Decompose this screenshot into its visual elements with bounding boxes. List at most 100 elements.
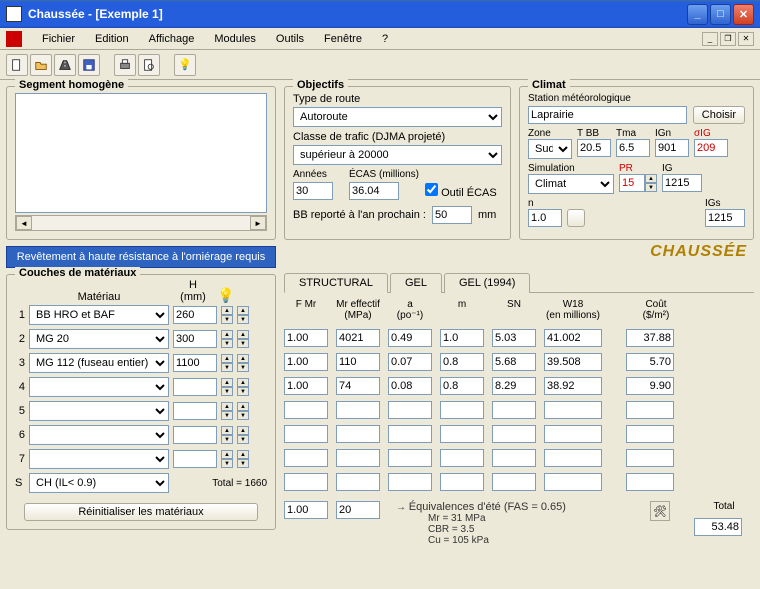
sn-input-6[interactable] <box>492 473 536 491</box>
row-down-icon[interactable]: ▼ <box>237 387 249 396</box>
scroll-right-icon[interactable]: ► <box>250 216 266 230</box>
cout-input-5[interactable] <box>626 449 674 467</box>
h-down-icon[interactable]: ▼ <box>221 315 233 324</box>
outil-ecas-checkbox[interactable] <box>425 183 438 196</box>
fmr-input-4[interactable] <box>284 425 328 443</box>
h-down-icon[interactable]: ▼ <box>221 411 233 420</box>
s-material-select[interactable]: CH (IL< 0.9) <box>29 473 169 493</box>
mdi-restore[interactable]: ❐ <box>720 32 736 46</box>
tab-gel[interactable]: GEL <box>390 273 442 293</box>
m-input-4[interactable] <box>440 425 484 443</box>
h-up-icon[interactable]: ▲ <box>221 330 233 339</box>
a-input-5[interactable] <box>388 449 432 467</box>
h-input-4[interactable] <box>173 402 217 420</box>
choisir-button[interactable]: Choisir <box>693 106 745 124</box>
open-file-icon[interactable] <box>30 54 52 76</box>
w18-input-1[interactable] <box>544 353 602 371</box>
sn-input-0[interactable] <box>492 329 536 347</box>
tools-hammer-icon[interactable]: 🛠 <box>650 501 670 521</box>
w18-input-3[interactable] <box>544 401 602 419</box>
save-icon[interactable] <box>78 54 100 76</box>
row-up-icon[interactable]: ▲ <box>237 450 249 459</box>
fmr-input-2[interactable] <box>284 377 328 395</box>
m-input-1[interactable] <box>440 353 484 371</box>
close-button[interactable]: ✕ <box>733 4 754 25</box>
row-down-icon[interactable]: ▼ <box>237 411 249 420</box>
a-input-6[interactable] <box>388 473 432 491</box>
annees-input[interactable] <box>293 182 333 200</box>
m-input-5[interactable] <box>440 449 484 467</box>
menu-help[interactable]: ? <box>378 31 392 47</box>
row-down-icon[interactable]: ▼ <box>237 315 249 324</box>
mr-input-2[interactable] <box>336 377 380 395</box>
menu-edition[interactable]: Edition <box>91 31 133 47</box>
h-down-icon[interactable]: ▼ <box>221 339 233 348</box>
total-cout-input[interactable] <box>694 518 742 536</box>
road-icon[interactable] <box>54 54 76 76</box>
fmr-input-3[interactable] <box>284 401 328 419</box>
mr-input-4[interactable] <box>336 425 380 443</box>
a-input-3[interactable] <box>388 401 432 419</box>
maximize-button[interactable]: □ <box>710 4 731 25</box>
row-up-icon[interactable]: ▲ <box>237 402 249 411</box>
scroll-left-icon[interactable]: ◄ <box>16 216 32 230</box>
mdi-close[interactable]: ✕ <box>738 32 754 46</box>
h-input-2[interactable] <box>173 354 217 372</box>
row-up-icon[interactable]: ▲ <box>237 330 249 339</box>
a-input-4[interactable] <box>388 425 432 443</box>
station-input[interactable] <box>528 106 687 124</box>
h-up-icon[interactable]: ▲ <box>221 450 233 459</box>
segment-scrollbar[interactable]: ◄ ► <box>15 215 267 231</box>
classe-trafic-select[interactable]: supérieur à 20000 <box>293 145 502 165</box>
h-input-1[interactable] <box>173 330 217 348</box>
type-route-select[interactable]: Autoroute <box>293 107 502 127</box>
h-input-5[interactable] <box>173 426 217 444</box>
zone-select[interactable]: Sud <box>528 139 572 159</box>
material-select-0[interactable]: BB HRO et BAF <box>29 305 169 325</box>
sn-input-5[interactable] <box>492 449 536 467</box>
igs-input[interactable] <box>705 209 745 227</box>
cout-input-0[interactable] <box>626 329 674 347</box>
ign-input[interactable] <box>655 139 689 157</box>
sn-input-1[interactable] <box>492 353 536 371</box>
w18-input-5[interactable] <box>544 449 602 467</box>
sn-input-3[interactable] <box>492 401 536 419</box>
h-down-icon[interactable]: ▼ <box>221 459 233 468</box>
fmr-input-6[interactable] <box>284 473 328 491</box>
sig-input[interactable] <box>694 139 728 157</box>
mdi-minimize[interactable]: _ <box>702 32 718 46</box>
n-input[interactable] <box>528 209 562 227</box>
h-input-0[interactable] <box>173 306 217 324</box>
mr-input-3[interactable] <box>336 401 380 419</box>
m-input-0[interactable] <box>440 329 484 347</box>
row-up-icon[interactable]: ▲ <box>237 378 249 387</box>
ig-input[interactable] <box>662 174 702 192</box>
menu-fichier[interactable]: Fichier <box>38 31 79 47</box>
pr-input[interactable] <box>619 174 645 192</box>
row-down-icon[interactable]: ▼ <box>237 339 249 348</box>
segment-list[interactable] <box>15 93 267 213</box>
row-down-icon[interactable]: ▼ <box>237 459 249 468</box>
n-button[interactable] <box>567 209 585 227</box>
h-up-icon[interactable]: ▲ <box>221 354 233 363</box>
bb-reporte-input[interactable] <box>432 206 472 224</box>
material-select-2[interactable]: MG 112 (fuseau entier) <box>29 353 169 373</box>
s-mr-input[interactable] <box>336 501 380 519</box>
menu-affichage[interactable]: Affichage <box>145 31 199 47</box>
row-up-icon[interactable]: ▲ <box>237 426 249 435</box>
a-input-1[interactable] <box>388 353 432 371</box>
row-down-icon[interactable]: ▼ <box>237 435 249 444</box>
tab-gel-1994[interactable]: GEL (1994) <box>444 273 530 293</box>
h-down-icon[interactable]: ▼ <box>221 387 233 396</box>
preview-icon[interactable] <box>138 54 160 76</box>
fmr-input-5[interactable] <box>284 449 328 467</box>
fmr-input-1[interactable] <box>284 353 328 371</box>
cout-input-3[interactable] <box>626 401 674 419</box>
print-icon[interactable] <box>114 54 136 76</box>
menu-outils[interactable]: Outils <box>272 31 308 47</box>
couches-bulb-icon[interactable]: 💡 <box>217 287 233 303</box>
mr-input-5[interactable] <box>336 449 380 467</box>
h-up-icon[interactable]: ▲ <box>221 402 233 411</box>
m-input-6[interactable] <box>440 473 484 491</box>
pr-up-icon[interactable]: ▲ <box>645 174 657 183</box>
